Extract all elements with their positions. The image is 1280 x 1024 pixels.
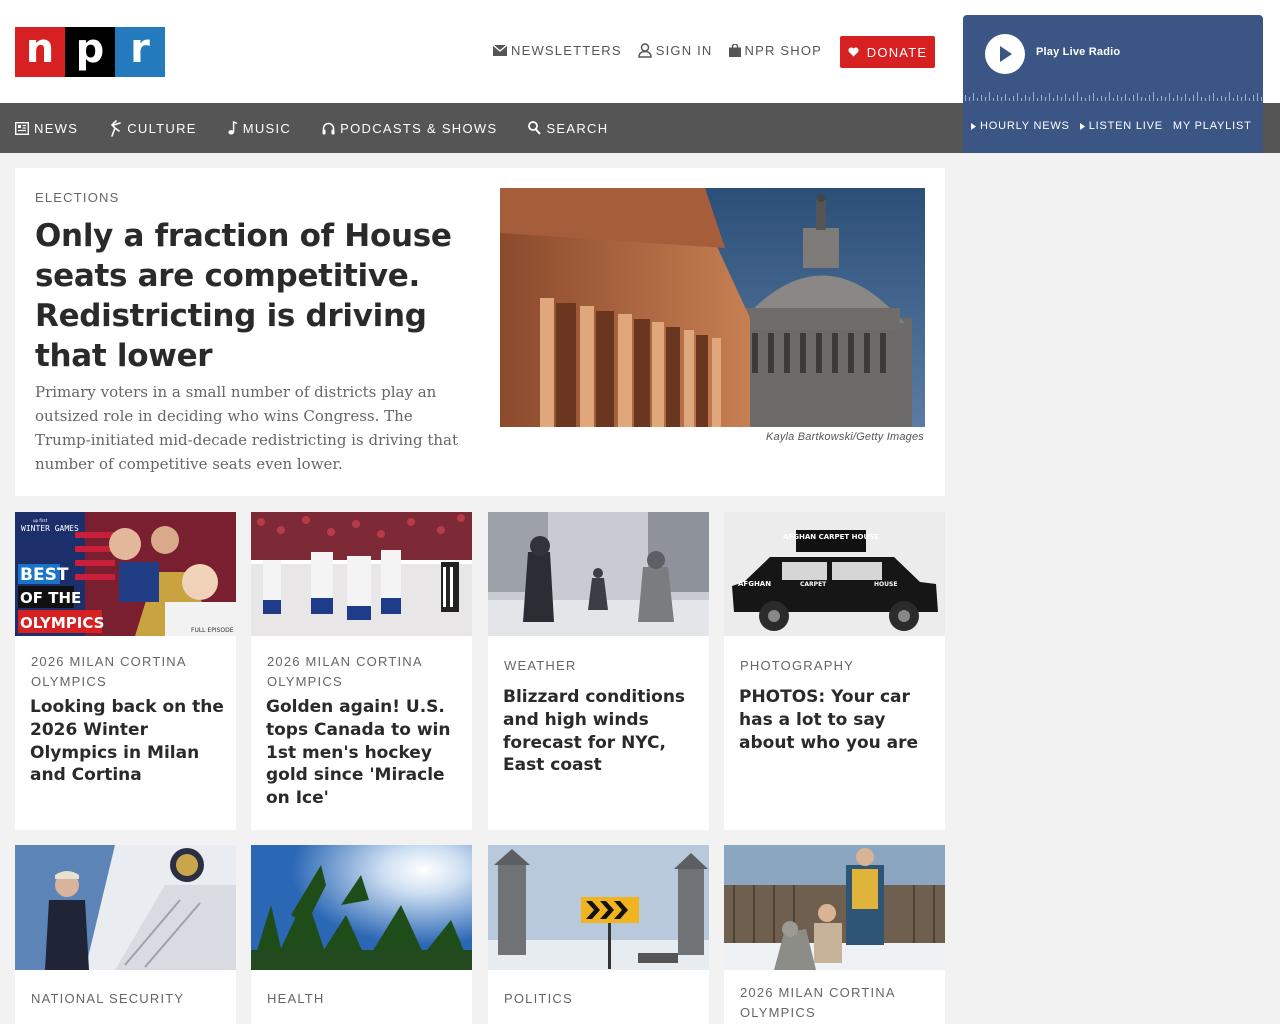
user-icon xyxy=(637,43,652,58)
live-radio-player: Play Live Radio HOURLY NEWS LISTEN LIVE … xyxy=(963,15,1263,153)
listen-live-label: LISTEN LIVE xyxy=(1088,120,1163,132)
card-headline[interactable]: Looking back on the 2026 Winter Olympics… xyxy=(30,696,225,787)
story-card: POLITICS xyxy=(488,845,709,1024)
donate-button[interactable]: DONATE xyxy=(840,36,935,68)
hockey-celebration-image xyxy=(251,512,472,636)
play-live-radio-label: Play Live Radio xyxy=(1036,46,1121,58)
story-card: HEALTH xyxy=(251,845,472,1024)
my-playlist-label: MY PLAYLIST xyxy=(1172,120,1252,132)
card-kicker[interactable]: NATIONAL SECURITY xyxy=(31,989,221,1009)
blizzard-street-image xyxy=(488,512,709,636)
shop-bag-icon xyxy=(728,44,741,57)
thumb-text-full-episode: FULL EPISODE xyxy=(191,627,234,634)
card-kicker[interactable]: POLITICS xyxy=(504,989,694,1009)
nav-podcasts[interactable]: PODCASTS & SHOWS xyxy=(322,121,497,136)
story-thumbnail[interactable] xyxy=(724,845,945,970)
culture-icon xyxy=(111,119,122,137)
hourly-news-label: HOURLY NEWS xyxy=(980,120,1070,132)
card-kicker[interactable]: 2026 MILAN CORTINA OLYMPICS xyxy=(267,652,457,692)
my-playlist-link[interactable]: MY PLAYLIST xyxy=(1173,120,1252,132)
card-headline[interactable]: PHOTOS: Your car has a lot to say about … xyxy=(739,686,934,754)
nav-search[interactable]: SEARCH xyxy=(528,121,608,136)
donate-label: DONATE xyxy=(866,44,928,60)
olympics-collage-image: up first WINTER GAMES BEST OF THE OLYMPI… xyxy=(15,512,236,636)
story-thumbnail[interactable] xyxy=(251,845,472,970)
nav-music[interactable]: MUSIC xyxy=(228,121,291,136)
story-thumbnail[interactable] xyxy=(251,512,472,636)
thumb-text-best: BEST xyxy=(20,565,69,585)
play-live-radio-button[interactable] xyxy=(985,34,1025,74)
story-thumbnail[interactable]: AFGHAN CARPET HOUSE AFGHAN CARPET HOUSE xyxy=(724,512,945,636)
thumb-text-winter-games: WINTER GAMES xyxy=(21,524,79,533)
news-icon xyxy=(15,121,29,135)
capitol-dome-image xyxy=(500,188,925,427)
headphones-icon xyxy=(322,122,335,134)
music-note-icon xyxy=(228,121,238,135)
nav-music-label: MUSIC xyxy=(242,120,292,136)
car-sign-text: AFGHAN CARPET HOUSE xyxy=(783,533,879,541)
air-force-one-image xyxy=(15,845,236,970)
heart-icon xyxy=(848,47,859,57)
featured-headline[interactable]: Only a fraction of House seats are compe… xyxy=(35,216,475,376)
cannabis-plants-image xyxy=(251,845,472,970)
story-card: WEATHER Blizzard conditions and high win… xyxy=(488,512,709,830)
story-card: NATIONAL SECURITY xyxy=(15,845,236,1024)
sign-in-link[interactable]: SIGN IN xyxy=(637,43,713,58)
nav-news[interactable]: NEWS xyxy=(15,121,78,136)
newsletter-icon xyxy=(493,45,507,56)
nav-culture[interactable]: CULTURE xyxy=(109,119,197,137)
svg-text:up first: up first xyxy=(33,518,48,523)
photo-credit: Kayla Bartkowski/Getty Images xyxy=(765,431,924,443)
story-thumbnail[interactable] xyxy=(15,845,236,970)
nav-news-label: NEWS xyxy=(34,120,79,136)
decorated-car-image: AFGHAN CARPET HOUSE AFGHAN CARPET HOUSE xyxy=(724,512,945,636)
player-links: HOURLY NEWS LISTEN LIVE MY PLAYLIST xyxy=(971,120,1252,132)
featured-story: ELECTIONS Only a fraction of House seats… xyxy=(15,168,945,496)
card-kicker[interactable]: 2026 MILAN CORTINA OLYMPICS xyxy=(740,983,930,1023)
card-kicker[interactable]: HEALTH xyxy=(267,989,457,1009)
npr-logo[interactable]: n p r xyxy=(15,27,165,77)
card-kicker[interactable]: 2026 MILAN CORTINA OLYMPICS xyxy=(31,652,221,692)
npr-shop-label: NPR SHOP xyxy=(744,43,823,58)
nav-search-label: SEARCH xyxy=(546,120,609,136)
story-card: AFGHAN CARPET HOUSE AFGHAN CARPET HOUSE … xyxy=(724,512,945,830)
car-side-text-carpet: CARPET xyxy=(800,581,827,588)
logo-letter-r: r xyxy=(115,27,165,77)
small-play-icon xyxy=(971,122,976,130)
npr-shop-link[interactable]: NPR SHOP xyxy=(728,43,823,58)
story-card: 2026 MILAN CORTINA OLYMPICS Golden again… xyxy=(251,512,472,830)
search-icon xyxy=(528,121,542,135)
card-kicker[interactable]: PHOTOGRAPHY xyxy=(740,656,930,676)
car-side-text-afghan: AFGHAN xyxy=(738,580,771,588)
car-side-text-house: HOUSE xyxy=(874,581,897,588)
story-card: up first WINTER GAMES BEST OF THE OLYMPI… xyxy=(15,512,236,830)
small-play-icon xyxy=(1079,122,1085,130)
nav-podcasts-label: PODCASTS & SHOWS xyxy=(340,120,498,136)
play-icon xyxy=(1000,46,1012,62)
listen-live-link[interactable]: LISTEN LIVE xyxy=(1079,120,1163,132)
sign-in-label: SIGN IN xyxy=(655,43,713,58)
story-thumbnail[interactable] xyxy=(488,512,709,636)
card-headline[interactable]: Golden again! U.S. tops Canada to win 1s… xyxy=(266,696,461,810)
utility-nav: NEWSLETTERS SIGN IN NPR SHOP xyxy=(493,43,822,58)
thumb-text-olympics: OLYMPICS xyxy=(20,614,104,632)
logo-letter-p: p xyxy=(65,27,115,77)
newsletters-link[interactable]: NEWSLETTERS xyxy=(493,43,622,58)
thumb-text-of-the: OF THE xyxy=(20,589,81,607)
story-card: 2026 MILAN CORTINA OLYMPICS xyxy=(724,845,945,1024)
story-thumbnail[interactable] xyxy=(488,845,709,970)
story-thumbnail[interactable]: up first WINTER GAMES BEST OF THE OLYMPI… xyxy=(15,512,236,636)
nav-culture-label: CULTURE xyxy=(127,120,197,136)
featured-teaser[interactable]: Primary voters in a small number of dist… xyxy=(35,380,465,476)
logo-letter-n: n xyxy=(15,27,65,77)
featured-image[interactable] xyxy=(500,188,925,427)
newsletters-label: NEWSLETTERS xyxy=(511,43,622,58)
featured-kicker[interactable]: ELECTIONS xyxy=(35,190,119,205)
card-kicker[interactable]: WEATHER xyxy=(504,656,694,676)
athletes-with-dog-image xyxy=(724,845,945,970)
hourly-news-link[interactable]: HOURLY NEWS xyxy=(971,120,1070,132)
card-headline[interactable]: Blizzard conditions and high winds forec… xyxy=(503,686,698,777)
winter-road-sign-image xyxy=(488,845,709,970)
audio-wave-graphic xyxy=(965,92,1262,101)
